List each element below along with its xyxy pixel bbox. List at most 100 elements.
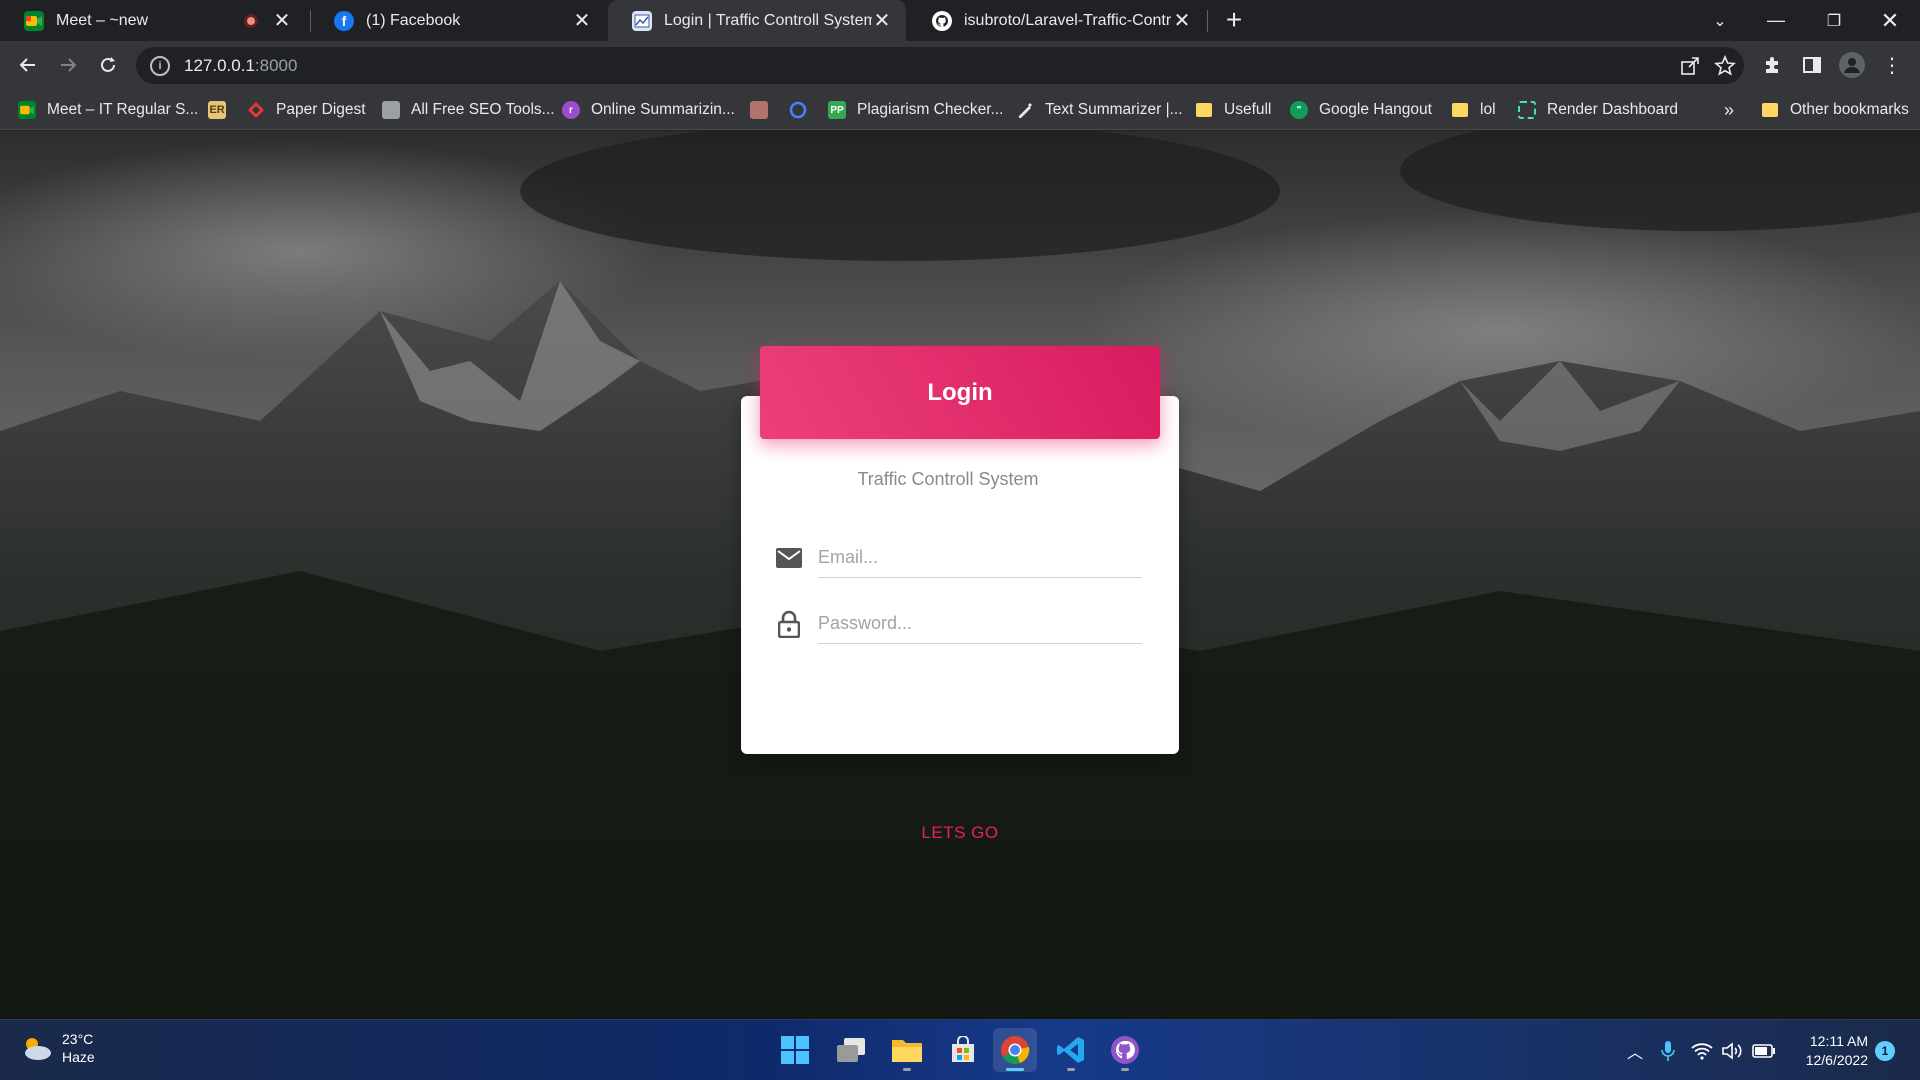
- chevron-up-icon[interactable]: ︿: [1620, 1039, 1650, 1063]
- tab-meet[interactable]: Meet – ~new ✕: [0, 0, 306, 41]
- windows-taskbar: 23°C Haze ︿ 12:11 AM 12/6/2022 1: [0, 1019, 1920, 1080]
- bookmark-label: Online Summarizin...: [591, 101, 735, 118]
- github-desktop-button[interactable]: [1103, 1028, 1147, 1072]
- wifi-icon[interactable]: [1686, 1042, 1718, 1060]
- render-icon: [1518, 101, 1536, 119]
- bookmark-folder-usefull[interactable]: Usefull: [1196, 99, 1271, 121]
- password-field-row: [772, 603, 1142, 645]
- email-field-row: [772, 537, 1142, 579]
- folder-icon: [1196, 103, 1212, 117]
- weather-cloud-sun-icon: [25, 1038, 51, 1060]
- start-button[interactable]: [773, 1028, 817, 1072]
- bookmark-grid[interactable]: [750, 99, 779, 121]
- paper-digest-icon: [247, 101, 265, 119]
- bookmark-folder-lol[interactable]: lol: [1452, 99, 1496, 121]
- bookmark-seo-tools[interactable]: All Free SEO Tools...: [382, 99, 555, 121]
- volume-icon[interactable]: [1718, 1041, 1748, 1060]
- tab-divider: [1207, 10, 1208, 32]
- bookmark-er[interactable]: ER: [208, 99, 237, 121]
- tab-github[interactable]: isubroto/Laravel-Traffic-Controll- ✕: [908, 0, 1206, 41]
- bookmarks-overflow-button[interactable]: »: [1724, 99, 1734, 121]
- close-tab-icon[interactable]: ✕: [272, 10, 292, 32]
- bookmark-label: Google Hangout: [1319, 101, 1432, 118]
- forward-arrow-icon: [61, 58, 77, 72]
- er-icon: ER: [208, 101, 226, 119]
- bookmarks-bar: Meet – IT Regular S... ER Paper Digest A…: [0, 90, 1920, 130]
- side-panel-button[interactable]: [1794, 47, 1830, 83]
- back-arrow-icon: [19, 58, 35, 72]
- chrome-button[interactable]: [993, 1028, 1037, 1072]
- close-tab-icon[interactable]: ✕: [1172, 10, 1192, 32]
- app-running-indicator: [903, 1068, 911, 1071]
- url-host: 127.0.0.1: [184, 55, 255, 75]
- tab-title: Login | Traffic Controll System: [664, 11, 872, 29]
- github-icon: [932, 10, 952, 31]
- weather-widget[interactable]: 23°C Haze: [20, 1030, 95, 1066]
- bookmark-google-hangout[interactable]: " Google Hangout: [1290, 99, 1432, 121]
- battery-icon[interactable]: [1748, 1043, 1780, 1058]
- system-tray: ︿: [1620, 1020, 1780, 1080]
- google-meet-icon: [18, 101, 36, 119]
- windows-logo-icon: [781, 1036, 809, 1064]
- new-tab-button[interactable]: +: [1218, 4, 1250, 36]
- minimize-icon[interactable]: —: [1748, 0, 1804, 41]
- lock-icon: [772, 607, 806, 641]
- tab-login[interactable]: Login | Traffic Controll System ✕: [608, 0, 906, 41]
- folder-icon: [1762, 103, 1778, 117]
- tab-search-chevron-icon[interactable]: ⌄: [1692, 0, 1748, 41]
- password-input[interactable]: [818, 604, 1142, 644]
- site-info-icon[interactable]: i: [150, 55, 170, 76]
- system-clock[interactable]: 12:11 AM 12/6/2022: [1796, 1032, 1868, 1070]
- browser-toolbar: i 127.0.0.1:8000 ⋮: [0, 41, 1920, 90]
- lets-go-button[interactable]: LETS GO: [900, 813, 1020, 853]
- app-running-indicator: [1121, 1068, 1129, 1071]
- close-window-icon[interactable]: ✕: [1862, 0, 1918, 41]
- page-viewport: Login Traffic Controll System LETS GO: [0, 131, 1920, 1019]
- profile-button[interactable]: [1834, 47, 1870, 83]
- share-icon[interactable]: [1680, 56, 1700, 76]
- tab-title: isubroto/Laravel-Traffic-Controll-: [964, 11, 1172, 29]
- weather-temperature: 23°C: [62, 1031, 94, 1047]
- bookmark-label: Plagiarism Checker...: [857, 101, 1004, 118]
- menu-kebab-icon[interactable]: ⋮: [1874, 47, 1910, 83]
- clock-date: 12/6/2022: [1805, 1052, 1868, 1068]
- address-bar[interactable]: i 127.0.0.1:8000: [136, 47, 1744, 84]
- task-view-button[interactable]: [829, 1028, 873, 1072]
- email-input[interactable]: [818, 538, 1142, 578]
- tab-strip: Meet – ~new ✕ f (1) Facebook ✕ Login | T…: [0, 0, 1920, 41]
- microsoft-store-button[interactable]: [941, 1028, 985, 1072]
- bookmark-label: Meet – IT Regular S...: [47, 101, 199, 118]
- other-bookmarks[interactable]: Other bookmarks: [1762, 99, 1909, 121]
- close-tab-icon[interactable]: ✕: [572, 10, 592, 32]
- bookmark-text-summarizer[interactable]: Text Summarizer |...: [1016, 99, 1183, 121]
- restore-icon[interactable]: ❐: [1806, 0, 1862, 41]
- back-button[interactable]: [10, 47, 46, 83]
- bookmark-meet[interactable]: Meet – IT Regular S...: [18, 99, 198, 121]
- bookmark-online-summarizing[interactable]: r Online Summarizin...: [562, 99, 735, 121]
- bookmark-circle[interactable]: [789, 99, 818, 121]
- folder-app-icon: [892, 1040, 922, 1062]
- microphone-icon[interactable]: [1650, 1040, 1686, 1062]
- forward-button[interactable]: [50, 47, 86, 83]
- github-desktop-icon: [1111, 1036, 1139, 1064]
- vscode-button[interactable]: [1049, 1028, 1093, 1072]
- file-explorer-button[interactable]: [885, 1028, 929, 1072]
- bookmark-paper-digest[interactable]: Paper Digest: [247, 99, 366, 121]
- login-card-header: Login: [760, 346, 1160, 439]
- app-active-indicator: [1006, 1068, 1024, 1071]
- bookmark-plagiarism-checker[interactable]: PP Plagiarism Checker...: [828, 99, 1003, 121]
- reload-button[interactable]: [90, 47, 126, 83]
- store-icon: [952, 1036, 974, 1062]
- avatar: [1839, 52, 1865, 78]
- google-meet-icon: [24, 10, 44, 31]
- extensions-button[interactable]: [1754, 47, 1790, 83]
- bookmark-star-icon[interactable]: [1714, 54, 1736, 77]
- task-view-icon: [837, 1038, 865, 1062]
- notification-badge[interactable]: 1: [1875, 1041, 1895, 1061]
- folder-icon: [1452, 103, 1468, 117]
- tab-facebook[interactable]: f (1) Facebook ✕: [310, 0, 606, 41]
- bookmark-render-dashboard[interactable]: Render Dashboard: [1518, 99, 1678, 121]
- plagiarism-icon: PP: [828, 101, 846, 119]
- close-tab-icon[interactable]: ✕: [872, 10, 892, 32]
- reload-icon: [101, 57, 115, 72]
